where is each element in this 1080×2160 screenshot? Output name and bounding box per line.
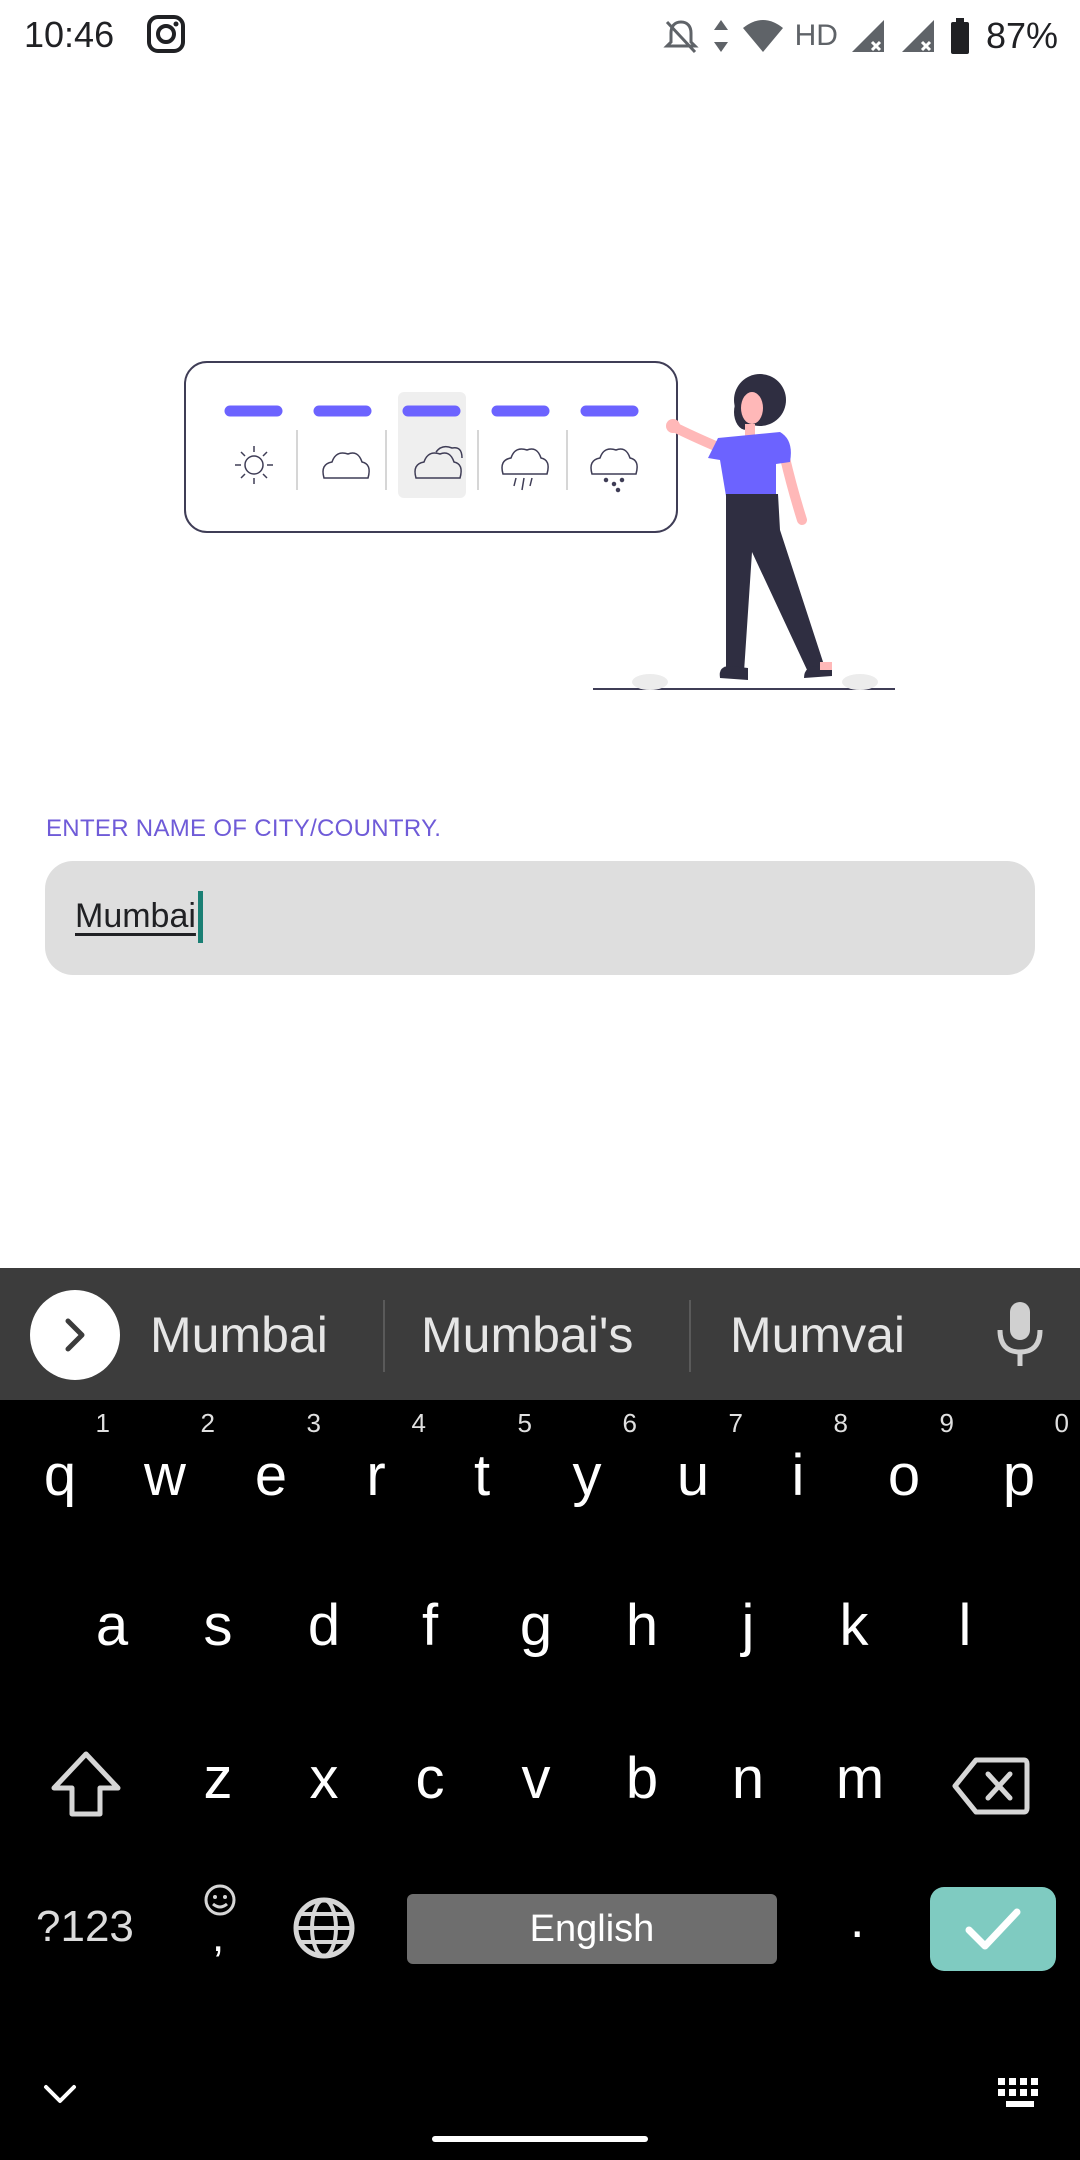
key-j[interactable]: j	[698, 1592, 798, 1659]
weather-illustration	[184, 361, 895, 690]
battery-icon	[950, 18, 969, 54]
key-q[interactable]: q1	[10, 1408, 110, 1509]
key-c[interactable]: c	[380, 1745, 480, 1812]
key-v[interactable]: v	[486, 1745, 586, 1812]
city-search-input[interactable]: Mumbai	[45, 861, 1035, 975]
wifi-icon	[742, 20, 783, 52]
key-k[interactable]: k	[804, 1592, 904, 1659]
mute-icon	[662, 20, 699, 54]
period-key[interactable]: .	[850, 1890, 864, 1950]
battery-percent: 87%	[985, 15, 1058, 56]
suggestion-divider	[383, 1300, 385, 1372]
key-x[interactable]: x	[274, 1745, 374, 1812]
key-w[interactable]: w2	[115, 1408, 215, 1509]
status-icons: HD 87%	[661, 12, 1058, 60]
key-z[interactable]: z	[168, 1745, 268, 1812]
text-caret	[198, 891, 203, 943]
data-arrows-icon	[713, 20, 728, 52]
key-h[interactable]: h	[592, 1592, 692, 1659]
globe-icon[interactable]	[292, 1896, 356, 1960]
symbols-key[interactable]: ?123	[36, 1902, 134, 1952]
status-time: 10:46	[24, 14, 115, 55]
key-l[interactable]: l	[915, 1592, 1015, 1659]
key-a[interactable]: a	[62, 1592, 162, 1659]
gesture-nav-handle[interactable]	[432, 2136, 648, 2142]
status-bar: 10:46 HD 87%	[0, 0, 1080, 72]
suggestion-item[interactable]: Mumbai's	[421, 1306, 633, 1364]
comma-key-label: ,	[212, 1912, 225, 1961]
emoji-comma-key[interactable]: ,	[200, 1882, 240, 1962]
key-t[interactable]: t5	[432, 1408, 532, 1509]
space-key[interactable]: English	[407, 1894, 777, 1964]
key-o[interactable]: o9	[854, 1408, 954, 1509]
keyboard-switch-icon[interactable]	[996, 2074, 1046, 2114]
key-f[interactable]: f	[380, 1592, 480, 1659]
signal-icon	[901, 20, 934, 52]
suggestion-expand-button[interactable]	[30, 1290, 120, 1380]
key-s[interactable]: s	[168, 1592, 268, 1659]
signal-icon	[851, 20, 884, 52]
key-e[interactable]: e3	[221, 1408, 321, 1509]
backspace-icon[interactable]	[952, 1756, 1030, 1816]
soft-keyboard: q1 w2 e3 r4 t5 y6 u7 i8 o9 p0 a s d f g …	[0, 1400, 1080, 2160]
enter-key[interactable]	[930, 1887, 1056, 1971]
suggestion-item[interactable]: Mumvai	[730, 1306, 905, 1364]
key-u[interactable]: u7	[643, 1408, 743, 1509]
keyboard-suggestion-bar: Mumbai Mumbai's Mumvai	[0, 1268, 1080, 1400]
key-y[interactable]: y6	[537, 1408, 638, 1509]
checkmark-icon	[965, 1908, 1021, 1950]
network-type-label: HD	[794, 19, 838, 52]
key-p[interactable]: p0	[969, 1408, 1069, 1509]
key-r[interactable]: r4	[326, 1408, 426, 1509]
city-field-label: ENTER NAME OF CITY/COUNTRY.	[46, 815, 442, 842]
chevron-down-icon[interactable]	[42, 2082, 78, 2106]
suggestion-item[interactable]: Mumbai	[150, 1306, 328, 1364]
key-g[interactable]: g	[486, 1592, 586, 1659]
key-n[interactable]: n	[698, 1745, 798, 1812]
microphone-icon[interactable]	[990, 1298, 1050, 1370]
key-m[interactable]: m	[810, 1745, 910, 1812]
chevron-right-icon	[65, 1318, 85, 1352]
key-d[interactable]: d	[274, 1592, 374, 1659]
person-figure	[666, 374, 832, 680]
suggestion-divider	[689, 1300, 691, 1372]
instagram-icon	[147, 15, 185, 53]
key-i[interactable]: i8	[748, 1408, 848, 1509]
city-input-value[interactable]: Mumbai	[75, 897, 196, 936]
key-b[interactable]: b	[592, 1745, 692, 1812]
shift-icon[interactable]	[50, 1750, 122, 1818]
